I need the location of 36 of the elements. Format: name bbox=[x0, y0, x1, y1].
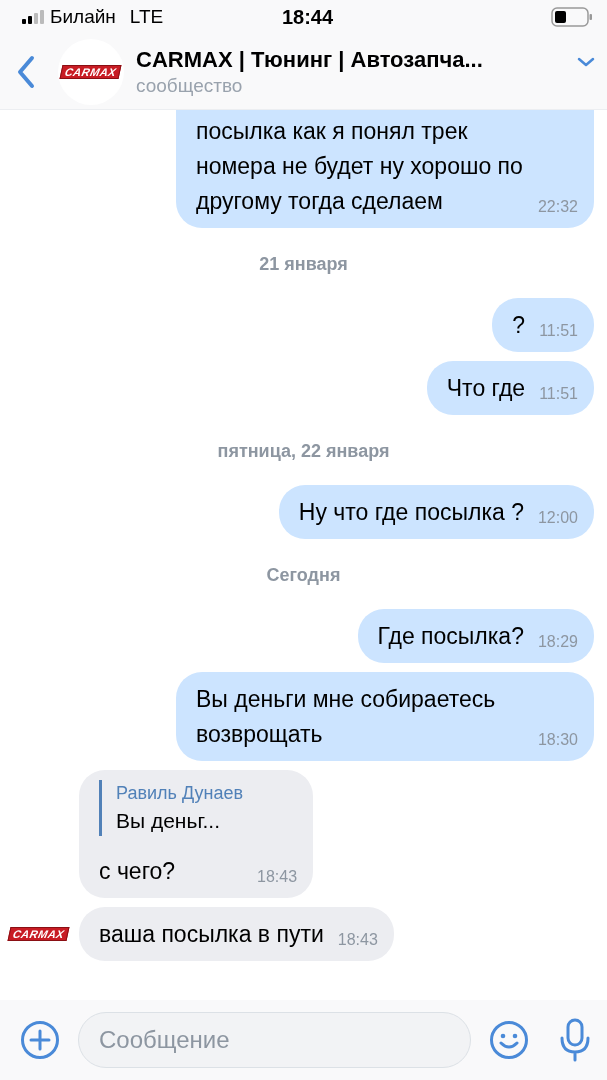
message-time: 11:51 bbox=[539, 384, 578, 404]
message-time: 22:32 bbox=[537, 197, 578, 217]
message-text: с чего? bbox=[99, 857, 177, 886]
date-separator: Сегодня bbox=[265, 565, 341, 586]
back-chevron-icon bbox=[16, 54, 36, 89]
message-time: 12:00 bbox=[537, 508, 578, 528]
date-separator: 21 января bbox=[258, 254, 348, 275]
message-text: ? bbox=[512, 311, 526, 340]
date-separator: пятница, 22 января bbox=[216, 441, 390, 462]
message-time: 11:51 bbox=[539, 321, 578, 341]
chat-title[interactable]: CARMAX | Тюнинг | Автозапча... bbox=[136, 46, 577, 73]
message-text: Вы деньги мне собираетесь возврощать bbox=[196, 685, 497, 749]
clock: 18:44 bbox=[281, 5, 334, 29]
message-time: 18:29 bbox=[537, 632, 578, 652]
battery-icon bbox=[551, 7, 593, 27]
emoji-button[interactable] bbox=[489, 1020, 529, 1060]
reply-quote: Вы деньг... bbox=[116, 808, 221, 834]
microphone-button[interactable] bbox=[559, 1018, 591, 1062]
community-avatar[interactable]: CARMAX bbox=[58, 38, 124, 105]
chat-subtitle: сообщество bbox=[136, 74, 244, 97]
message-time: 18:43 bbox=[337, 930, 378, 950]
add-attachment-button[interactable] bbox=[20, 1020, 60, 1060]
message-time: 18:30 bbox=[537, 730, 578, 750]
carrier-name: Билайн bbox=[50, 6, 116, 28]
message-text: Что где bbox=[446, 374, 526, 403]
message-text: Где посылка? bbox=[377, 622, 524, 651]
signal-icon bbox=[22, 10, 44, 24]
network-type: LTE bbox=[129, 6, 164, 28]
chevron-icon[interactable] bbox=[577, 56, 595, 67]
message-text: ваша посылка в пути bbox=[99, 920, 324, 949]
sender-logo[interactable]: CARMAX bbox=[7, 927, 70, 941]
reply-author: Равиль Дунаев bbox=[116, 782, 244, 805]
message-text: Ну что где посылка ? bbox=[298, 498, 524, 527]
message-input[interactable]: Сообщение bbox=[78, 1012, 471, 1068]
message-text: посылка как я понял трек номера не будет ну хорошо по другому тогда сделаем bbox=[196, 117, 524, 216]
message-time: 18:43 bbox=[257, 867, 298, 887]
